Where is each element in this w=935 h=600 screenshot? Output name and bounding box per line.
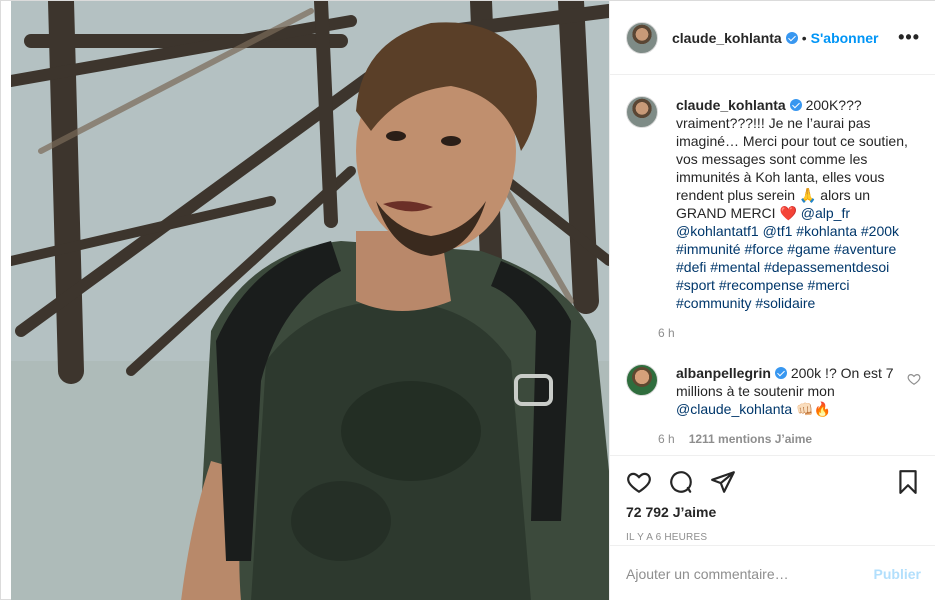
comment-mention[interactable]: @claude_kohlanta [676, 401, 792, 417]
header-separator: • [801, 29, 807, 46]
caption-tag[interactable]: #defi [676, 259, 706, 275]
caption-tag[interactable]: #recompense [719, 277, 804, 293]
caption-tag[interactable]: @kohlantatf1 [676, 223, 759, 239]
verified-badge-icon [785, 31, 798, 44]
caption-tag[interactable]: @tf1 [763, 223, 793, 239]
add-comment-bar: Publier [610, 545, 935, 600]
caption-tag[interactable]: #community [676, 295, 751, 311]
caption: claude_kohlanta 200K??? vraiment???!!! J… [626, 96, 921, 340]
comment-emoji: 👊🏻🔥 [792, 401, 831, 417]
paper-plane-icon[interactable] [710, 469, 736, 495]
comment-meta: 6 h 1211 mentions J’aime [658, 432, 908, 446]
caption-tag[interactable]: #game [787, 241, 830, 257]
like-count[interactable]: 72 792 J’aime [626, 504, 921, 520]
caption-text: claude_kohlanta 200K??? vraiment???!!! J… [676, 96, 908, 312]
verified-badge-icon [774, 367, 787, 379]
comment-item: albanpellegrin 200k !? On est 7 millions… [626, 364, 921, 446]
add-comment-input[interactable] [626, 565, 874, 582]
commenter-avatar[interactable] [626, 364, 658, 396]
caption-tag[interactable]: @alp_fr [801, 205, 850, 221]
more-options-icon[interactable]: ••• [898, 27, 920, 48]
comment-likes[interactable]: 1211 mentions J’aime [689, 432, 812, 446]
heart-icon[interactable] [626, 469, 652, 495]
author-username[interactable]: claude_kohlanta [672, 30, 798, 46]
caption-time[interactable]: 6 h [658, 326, 908, 340]
caption-tag[interactable]: #solidaire [755, 295, 815, 311]
caption-username[interactable]: claude_kohlanta [676, 97, 786, 113]
post-header: claude_kohlanta • S'abonner ••• [610, 1, 935, 75]
caption-tag[interactable]: #mental [710, 259, 760, 275]
commenter-username[interactable]: albanpellegrin [676, 365, 771, 381]
publish-button[interactable]: Publier [874, 566, 921, 582]
post-side-panel: claude_kohlanta • S'abonner ••• claude_k… [609, 1, 935, 600]
comments-section: claude_kohlanta 200K??? vraiment???!!! J… [610, 76, 935, 455]
comment-like-heart-icon[interactable] [907, 372, 921, 386]
caption-tag[interactable]: #kohlanta [796, 223, 857, 239]
caption-tag[interactable]: #merci [808, 277, 850, 293]
post-actions: 72 792 J’aime IL Y A 6 HEURES [610, 455, 935, 543]
post-photo[interactable] [11, 1, 609, 600]
comment-time[interactable]: 6 h [658, 432, 675, 446]
comment-text: albanpellegrin 200k !? On est 7 millions… [676, 364, 908, 418]
author-username-text[interactable]: claude_kohlanta [672, 30, 782, 46]
post-photo-illustration [11, 1, 609, 600]
follow-button[interactable]: S'abonner [811, 30, 879, 46]
caption-tag[interactable]: #depassementdesoi [764, 259, 889, 275]
verified-badge-icon [789, 99, 802, 111]
bookmark-icon[interactable] [895, 469, 921, 495]
caption-tag[interactable]: #aventure [834, 241, 896, 257]
caption-tag[interactable]: #immunité [676, 241, 741, 257]
caption-tag[interactable]: #200k [861, 223, 899, 239]
caption-tag[interactable]: #sport [676, 277, 715, 293]
caption-tag[interactable]: #force [744, 241, 783, 257]
action-icons [626, 462, 921, 502]
comment-icon[interactable] [668, 469, 694, 495]
post-timestamp[interactable]: IL Y A 6 HEURES [626, 532, 921, 543]
caption-avatar[interactable] [626, 96, 658, 128]
caption-body: 200K??? vraiment???!!! Je ne l’aurai pas… [676, 97, 908, 221]
author-avatar[interactable] [626, 21, 658, 54]
instagram-post: claude_kohlanta • S'abonner ••• claude_k… [0, 0, 935, 600]
